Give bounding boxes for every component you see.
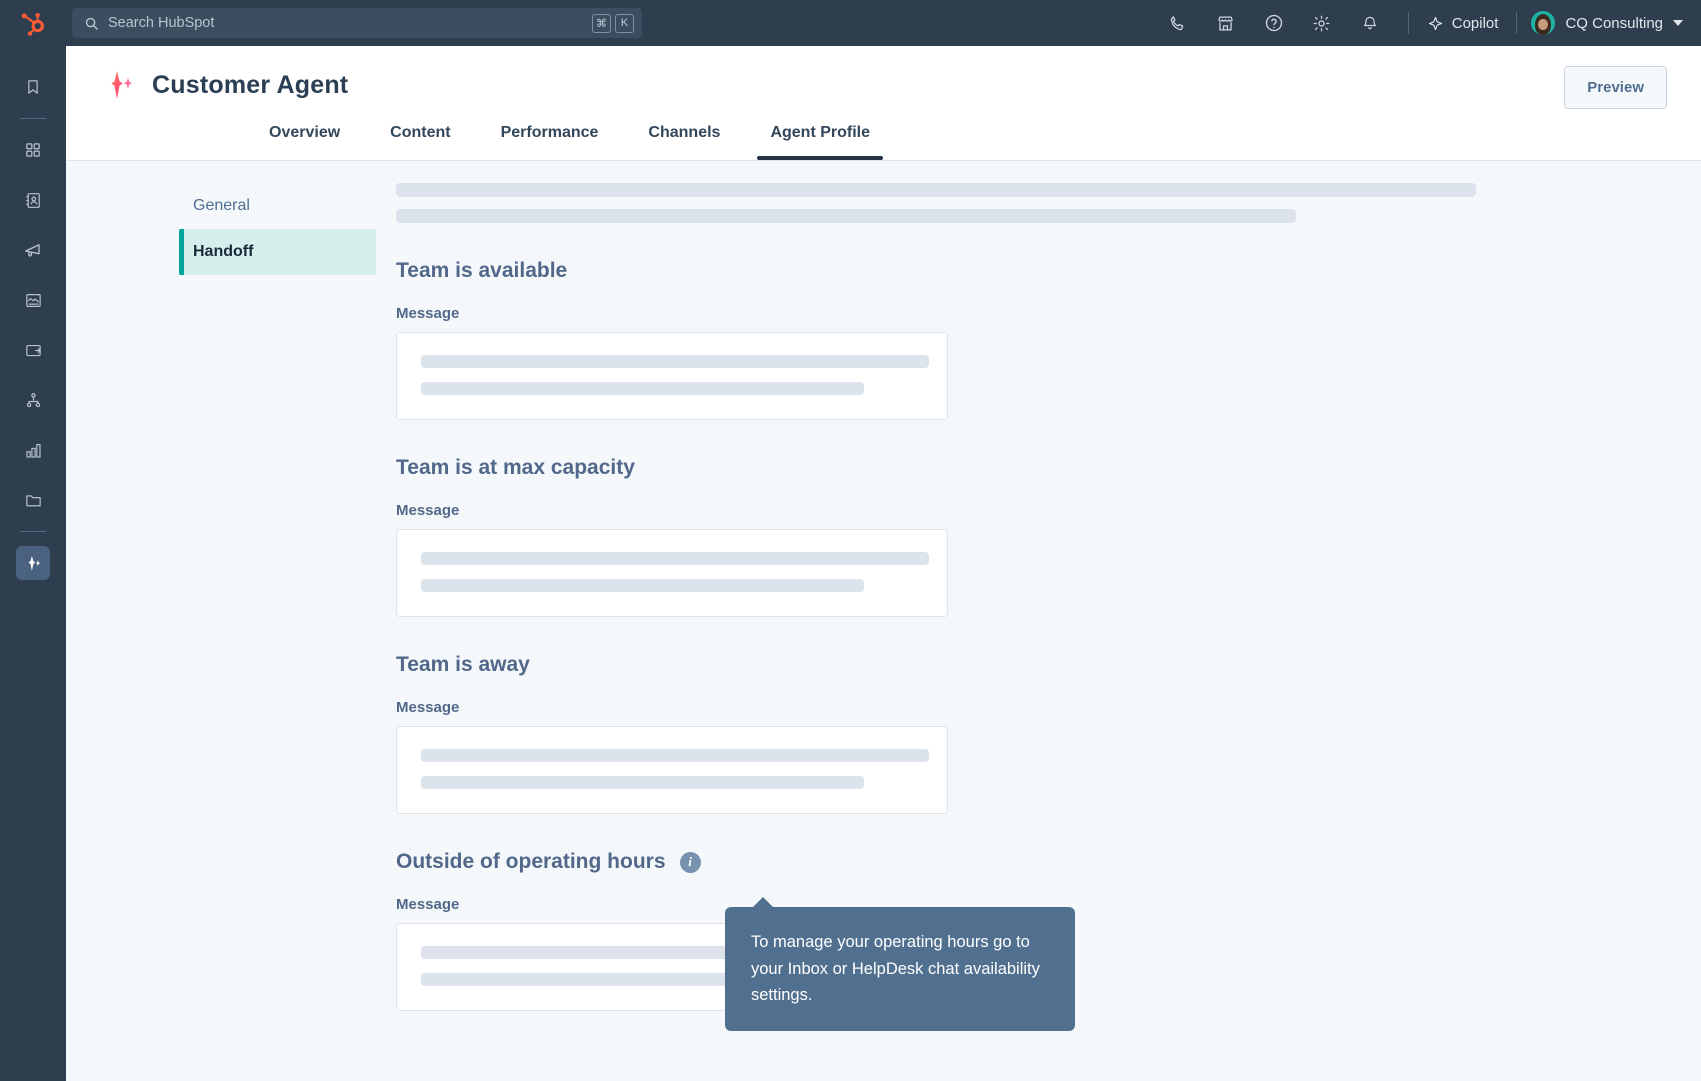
contacts-icon (24, 191, 43, 210)
sidebar-item-library[interactable] (13, 475, 53, 525)
automation-icon (24, 391, 43, 410)
top-bar-divider-1 (1407, 12, 1409, 34)
tab-channels[interactable]: Channels (623, 124, 745, 160)
search-icon (84, 16, 99, 31)
search-input-wrapper[interactable]: Search HubSpot ⌘ K (72, 8, 642, 38)
reporting-bar-chart-icon (24, 441, 43, 460)
skeleton-line (421, 355, 929, 368)
tab-agent-profile[interactable]: Agent Profile (745, 124, 895, 160)
info-icon[interactable]: i (679, 851, 701, 873)
search-input[interactable]: Search HubSpot (108, 15, 583, 31)
sidebar-item-marketing[interactable] (13, 225, 53, 275)
shortcut-key-cmd: ⌘ (592, 13, 611, 33)
message-input[interactable] (396, 529, 948, 617)
sidebar-item-crm[interactable] (13, 175, 53, 225)
message-input[interactable] (396, 726, 948, 814)
section-heading: Outside of operating hours i (396, 850, 1701, 874)
account-menu[interactable]: CQ Consulting (1531, 11, 1683, 35)
rail-divider-bottom (20, 531, 46, 532)
skeleton-line (421, 776, 864, 789)
preview-button[interactable]: Preview (1564, 66, 1667, 109)
settings-subnav: General Handoff (66, 161, 396, 1081)
skeleton-line (421, 552, 929, 565)
message-field-label: Message (396, 305, 460, 322)
page-tabs: Overview Content Performance Channels Ag… (104, 102, 1667, 160)
top-bar-actions: Copilot CQ Consulting (1154, 0, 1701, 46)
sidebar-item-bookmarks[interactable] (13, 62, 53, 112)
sparkle-icon (1427, 15, 1444, 32)
hubspot-app-window: Search HubSpot ⌘ K Copilot CQ Consulting… (0, 0, 1701, 1081)
section-title-text: Team is at max capacity (396, 456, 635, 479)
avatar (1531, 11, 1556, 35)
sidebar-item-commerce[interactable] (13, 325, 53, 375)
page-header: Customer Agent Preview Overview Content … (66, 46, 1701, 160)
account-name: CQ Consulting (1565, 14, 1663, 32)
calling-icon[interactable] (1154, 0, 1202, 46)
bookmark-icon (24, 78, 42, 96)
chevron-down-icon (1673, 20, 1683, 26)
skeleton-line (421, 749, 929, 762)
sidebar-item-handoff[interactable]: Handoff (179, 229, 376, 275)
section-team-is-at-max-capacity: Team is at max capacity Message (396, 456, 1701, 617)
skeleton-line (396, 209, 1296, 223)
section-title-text: Team is away (396, 653, 530, 676)
sidebar-item-content[interactable] (13, 275, 53, 325)
section-heading: Team is at max capacity (396, 456, 1701, 480)
skeleton-line (396, 183, 1476, 197)
section-title-text: Team is available (396, 259, 568, 282)
tab-overview[interactable]: Overview (244, 124, 365, 160)
sidebar-item-ai-agents[interactable] (16, 546, 50, 580)
left-navigation-rail (0, 46, 66, 1081)
marketing-megaphone-icon (23, 240, 43, 260)
copilot-button[interactable]: Copilot (1423, 15, 1503, 32)
sidebar-item-reporting[interactable] (13, 425, 53, 475)
ai-sparkle-icon (104, 68, 138, 102)
section-team-is-away: Team is away Message (396, 653, 1701, 814)
skeleton-line (421, 579, 864, 592)
rail-divider-top (20, 118, 46, 119)
copilot-label: Copilot (1451, 14, 1499, 32)
global-search[interactable]: Search HubSpot ⌘ K (72, 8, 642, 38)
tab-content[interactable]: Content (365, 124, 475, 160)
shortcut-key-k: K (615, 13, 634, 33)
hubspot-sprocket-logo-icon[interactable] (0, 10, 66, 36)
marketplace-icon[interactable] (1202, 0, 1250, 46)
sidebar-item-general[interactable]: General (179, 183, 376, 229)
settings-gear-icon[interactable] (1298, 0, 1346, 46)
sidebar-item-workspaces[interactable] (13, 125, 53, 175)
help-icon[interactable] (1250, 0, 1298, 46)
notifications-bell-icon[interactable] (1346, 0, 1394, 46)
operating-hours-tooltip: To manage your operating hours go to you… (725, 896, 1075, 1032)
top-navigation-bar: Search HubSpot ⌘ K Copilot CQ Consulting (0, 0, 1701, 46)
page-title: Customer Agent (152, 70, 349, 99)
top-bar-divider-2 (1516, 12, 1518, 34)
tab-performance[interactable]: Performance (476, 124, 624, 160)
sidebar-item-automation[interactable] (13, 375, 53, 425)
page-title-row: Customer Agent (104, 68, 1667, 102)
message-field-label: Message (396, 502, 460, 519)
section-team-is-available: Team is available Message (396, 259, 1701, 420)
workspaces-grid-icon (24, 141, 42, 159)
section-heading: Team is away (396, 653, 1701, 677)
library-folder-icon (24, 491, 43, 510)
ai-sparkle-icon (24, 554, 43, 573)
skeleton-line (421, 382, 864, 395)
section-title-text: Outside of operating hours (396, 850, 666, 873)
message-input[interactable] (396, 332, 948, 420)
section-heading: Team is available (396, 259, 1701, 283)
commerce-icon (24, 341, 43, 360)
content-icon (24, 291, 43, 310)
search-shortcut-badges: ⌘ K (592, 13, 634, 33)
message-field-label: Message (396, 699, 460, 716)
